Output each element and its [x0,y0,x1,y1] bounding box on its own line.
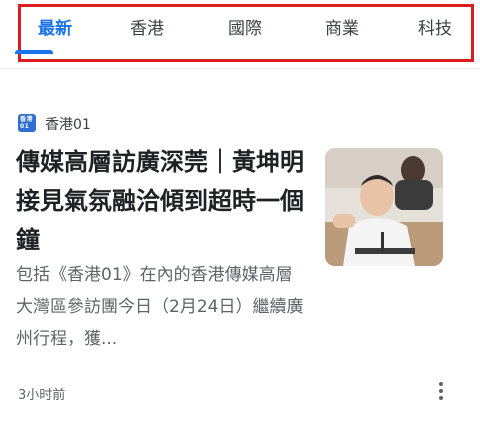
tab-technology[interactable]: 科技 [418,14,452,39]
tab-latest[interactable]: 最新 [38,14,72,39]
tabs-divider [0,68,480,69]
article-snippet: 包括《香港01》在內的香港傳媒高層大灣區參訪團今日（2月24日）繼續廣州行程，獲… [16,265,304,349]
tab-international[interactable]: 國際 [228,14,262,39]
article-timestamp: 3小时前 [18,388,66,403]
article-thumbnail[interactable] [325,148,443,266]
active-tab-indicator [15,50,53,54]
article-headline[interactable]: 傳媒高層訪廣深莞｜黃坤明接見氣氛融洽傾到超時一個鐘 [16,143,308,260]
tab-hong-kong[interactable]: 香港 [130,14,164,39]
more-vert-icon[interactable] [434,380,448,402]
source-name: 香港01 [45,117,91,133]
tab-business[interactable]: 商業 [325,14,359,39]
source-logo: 香港 01 [18,114,36,132]
